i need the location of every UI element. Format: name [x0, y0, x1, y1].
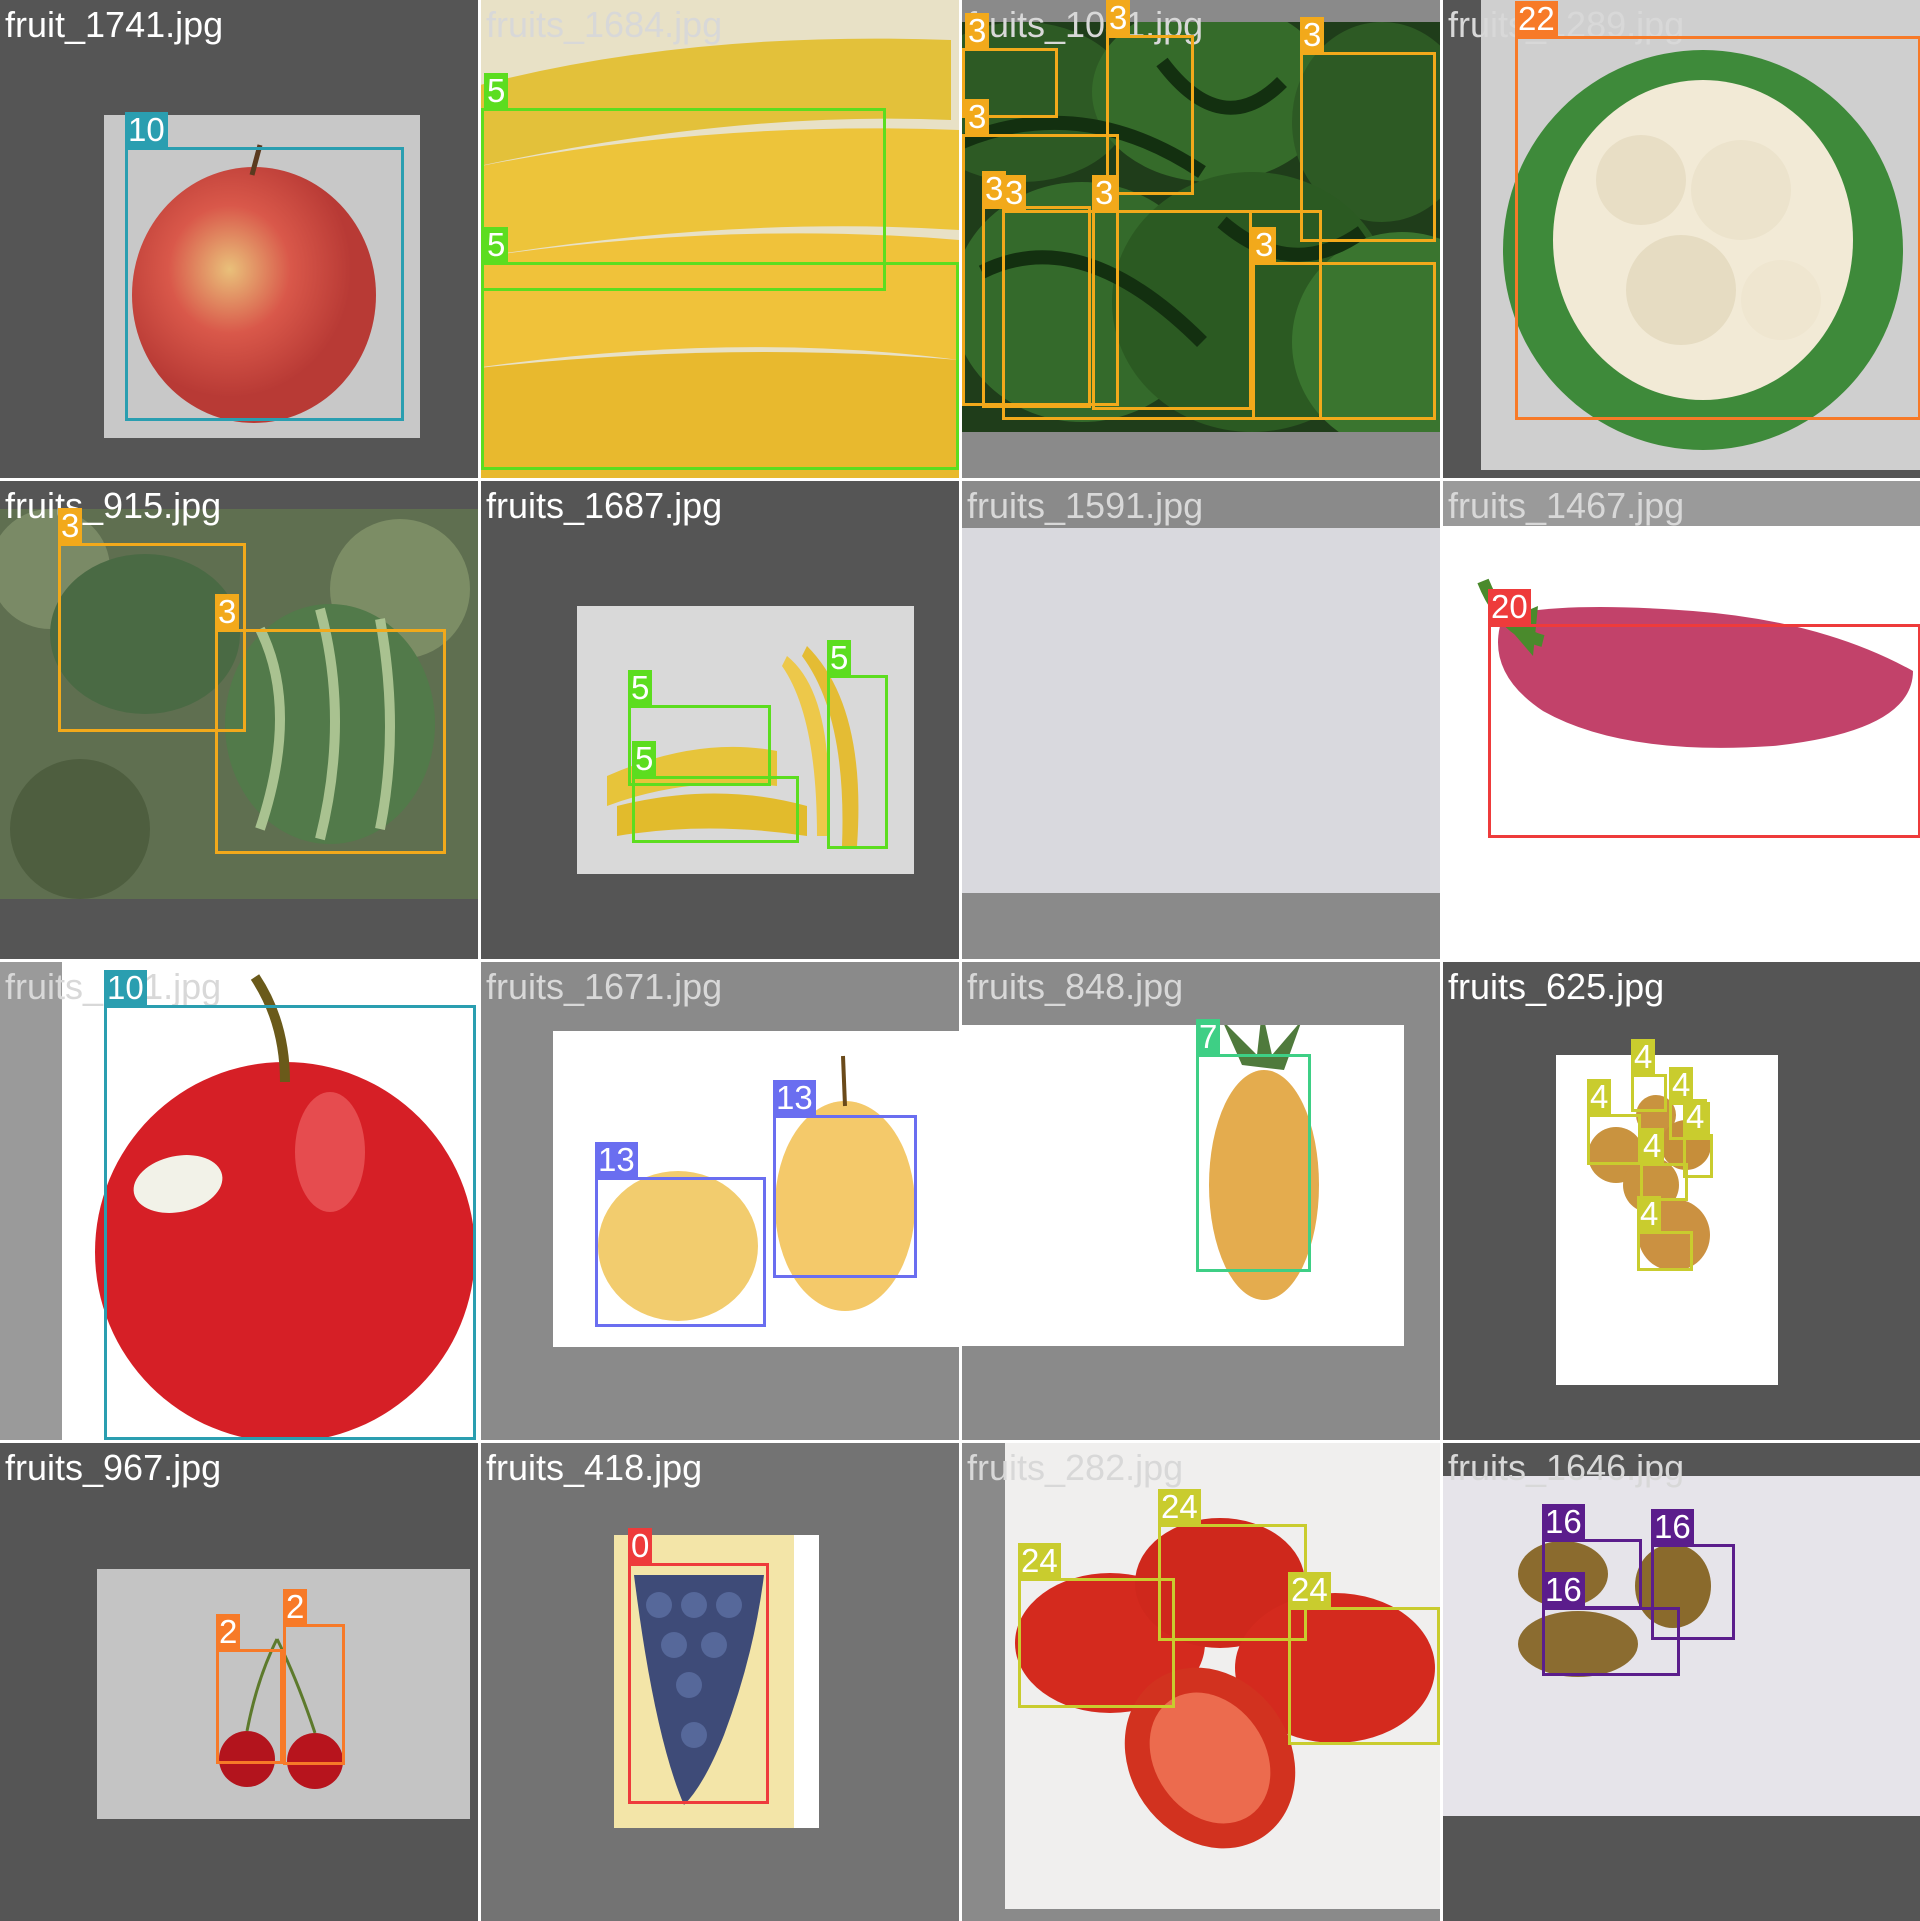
class-label: 10 — [104, 970, 147, 1006]
bounding-box: 13 — [773, 1080, 917, 1278]
bounding-box: 24 — [1158, 1489, 1307, 1641]
bounding-box: 24 — [1018, 1543, 1175, 1708]
class-label: 4 — [1683, 1099, 1708, 1135]
bounding-box: 4 — [1631, 1039, 1667, 1112]
bounding-box: 3 — [215, 594, 446, 854]
bounding-box: 24 — [1288, 1572, 1440, 1745]
class-label: 20 — [1488, 589, 1531, 625]
class-label: 16 — [1542, 1504, 1585, 1540]
class-label: 3 — [1002, 175, 1027, 211]
filename-label: fruits_1467.jpg — [1448, 485, 1685, 526]
class-label: 5 — [484, 227, 509, 263]
tile-848: fruits_848.jpg 7 — [962, 962, 1440, 1440]
filename-label: fruit_1741.jpg — [5, 4, 224, 45]
class-label: 4 — [1637, 1196, 1662, 1232]
photo — [962, 1025, 1404, 1346]
class-label: 3 — [965, 13, 990, 49]
class-label: 13 — [773, 1080, 816, 1116]
class-label: 16 — [1651, 1509, 1694, 1545]
bounding-box: 10 — [104, 970, 476, 1440]
bounding-box: 4 — [1637, 1196, 1693, 1271]
bounding-box: 22 — [1515, 1, 1920, 420]
class-label: 4 — [1640, 1128, 1665, 1164]
filename-label: fruits_1684.jpg — [486, 4, 723, 45]
filename-label: fruits_1591.jpg — [967, 485, 1204, 526]
class-label: 3 — [58, 508, 83, 544]
class-label: 10 — [125, 112, 168, 148]
bounding-box: 7 — [1196, 1019, 1311, 1272]
class-label: 24 — [1288, 1572, 1331, 1608]
tile-1671: fruits_1671.jpg 13 13 — [481, 962, 959, 1440]
tile-1741: fruit_1741.jpg 10 — [0, 0, 478, 478]
tile-1467: fruits_1467.jpg 20 — [1443, 481, 1920, 959]
class-label: 13 — [595, 1142, 638, 1178]
tile-1687: fruits_1687.jpg 5 5 5 — [481, 481, 959, 959]
tile-1041: fruits_1041.jpg 3 3 3 3 3 3 3 3 — [962, 0, 1440, 478]
tile-418: fruits_418.jpg 0 — [481, 1443, 959, 1921]
tile-1684: fruits_1684.jpg 5 5 — [481, 0, 959, 478]
bounding-box: 2 — [283, 1589, 345, 1765]
tile-967: fruits_967.jpg 2 2 — [0, 1443, 478, 1921]
class-label: 4 — [1587, 1079, 1612, 1115]
bounding-box: 3 — [1092, 175, 1252, 410]
filename-label: fruits_1646.jpg — [1448, 1447, 1685, 1488]
class-label: 3 — [1106, 0, 1131, 36]
bounding-box: 2 — [216, 1614, 283, 1764]
tile-1591: fruits_1591.jpg — [962, 481, 1440, 959]
image-mosaic: fruit_1741.jpg 10 fruits_1684.jpg 5 5 fr… — [0, 0, 1920, 1921]
class-label: 3 — [1300, 17, 1325, 53]
bounding-box: 3 — [1252, 227, 1436, 420]
bounding-box: 0 — [628, 1528, 769, 1804]
class-label: 0 — [628, 1528, 653, 1564]
bounding-box: 10 — [125, 112, 404, 421]
photo — [962, 528, 1440, 893]
tile-915: fruits_915.jpg 3 3 — [0, 481, 478, 959]
class-label: 4 — [1631, 1039, 1656, 1075]
filename-label: fruits_625.jpg — [1448, 966, 1665, 1007]
bounding-box: 5 — [827, 640, 888, 849]
class-label: 5 — [632, 741, 657, 777]
class-label: 24 — [1018, 1543, 1061, 1579]
bounding-box: 13 — [595, 1142, 766, 1327]
bounding-box: 5 — [481, 227, 959, 470]
tile-1289: fruits_1289.jpg 22 — [1443, 0, 1920, 478]
class-label: 24 — [1158, 1489, 1201, 1525]
filename-label: fruits_1687.jpg — [486, 485, 723, 526]
class-label: 22 — [1515, 1, 1558, 37]
filename-label: fruits_848.jpg — [967, 966, 1184, 1007]
tile-625: fruits_625.jpg 4 4 4 4 4 4 — [1443, 962, 1920, 1440]
class-label: 3 — [1252, 227, 1277, 263]
filename-label: fruits_915.jpg — [5, 485, 222, 526]
filename-label: fruits_418.jpg — [486, 1447, 703, 1488]
class-label: 3 — [215, 594, 240, 630]
class-label: 2 — [283, 1589, 308, 1625]
bounding-box: 3 — [1106, 0, 1194, 195]
class-label: 5 — [484, 73, 509, 109]
filename-label: fruits_1671.jpg — [486, 966, 723, 1007]
bounding-box: 16 — [1542, 1572, 1680, 1676]
class-label: 3 — [1092, 175, 1117, 211]
class-label: 5 — [827, 640, 852, 676]
filename-label: fruits_282.jpg — [967, 1447, 1184, 1488]
bounding-box: 20 — [1488, 589, 1920, 838]
tile-282: fruits_282.jpg 24 24 24 — [962, 1443, 1440, 1921]
class-label: 16 — [1542, 1572, 1585, 1608]
class-label: 3 — [965, 99, 990, 135]
filename-label: fruits_967.jpg — [5, 1447, 222, 1488]
tile-1646: fruits_1646.jpg 16 16 16 — [1443, 1443, 1920, 1921]
class-label: 7 — [1196, 1019, 1221, 1055]
class-label: 2 — [216, 1614, 241, 1650]
class-label: 5 — [628, 670, 653, 706]
bounding-box: 4 — [1587, 1079, 1641, 1165]
bounding-box: 5 — [632, 741, 799, 843]
tile-apple-2: fruits_1?1.jpg 10 — [0, 962, 478, 1440]
